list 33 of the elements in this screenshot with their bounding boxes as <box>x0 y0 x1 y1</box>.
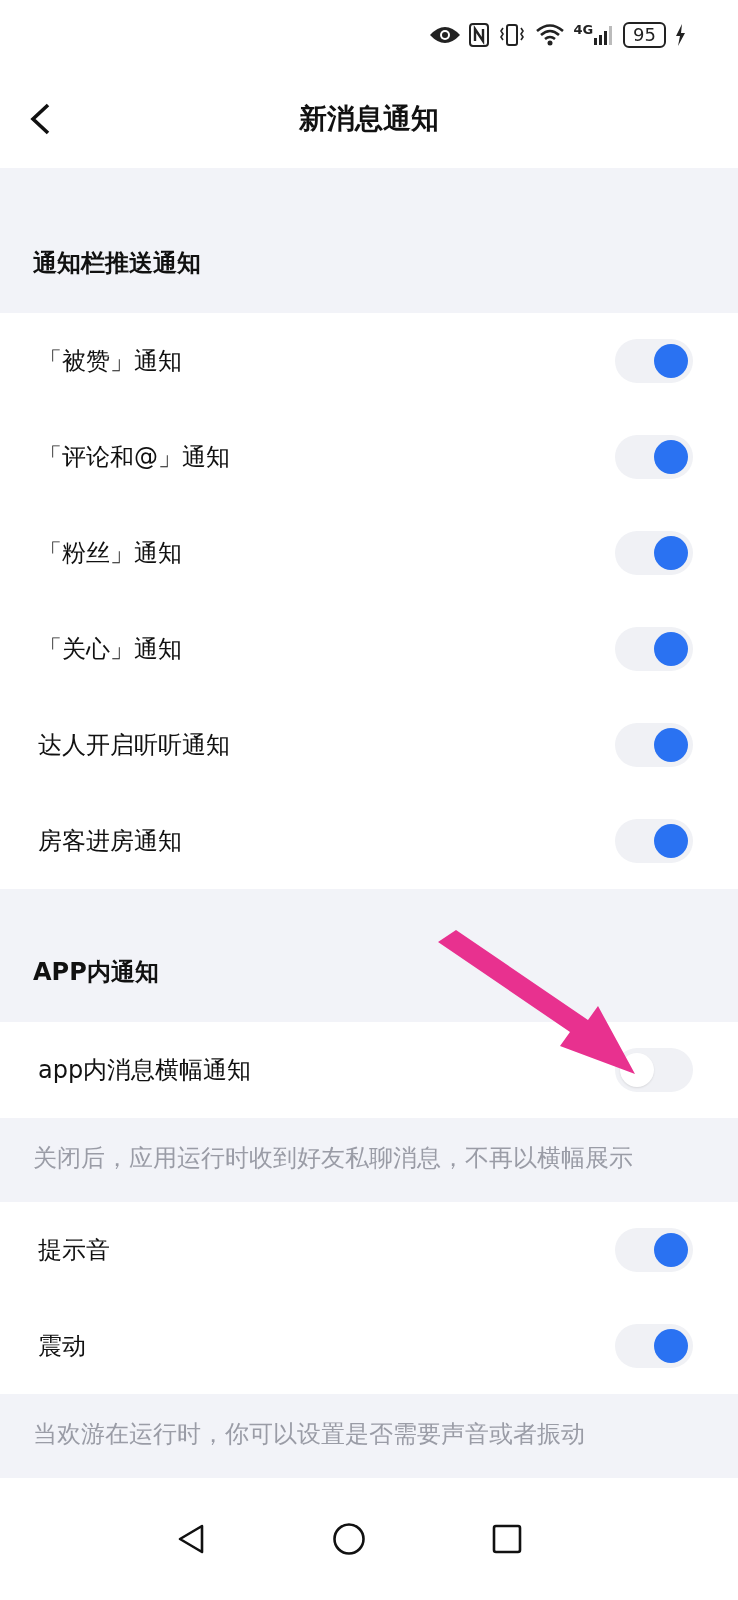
toggle-switch[interactable] <box>615 339 693 383</box>
section-title: APP内通知 <box>33 957 159 988</box>
toggle-switch[interactable] <box>615 531 693 575</box>
back-icon[interactable] <box>176 1523 206 1555</box>
setting-label: 震动 <box>38 1331 86 1362</box>
toggle-switch[interactable] <box>615 1228 693 1272</box>
toggle-switch[interactable] <box>615 627 693 671</box>
recents-icon[interactable] <box>492 1524 522 1554</box>
nfc-icon <box>469 23 490 47</box>
charging-icon <box>674 23 686 47</box>
setting-label: 「粉丝」通知 <box>38 538 182 569</box>
toggle-switch[interactable] <box>615 1324 693 1368</box>
network-label: 4G <box>573 22 594 37</box>
setting-label: 达人开启听听通知 <box>38 730 230 761</box>
toggle-switch[interactable] <box>615 819 693 863</box>
battery-level: 95 <box>623 22 666 48</box>
note-text: 关闭后，应用运行时收到好友私聊消息，不再以横幅展示 <box>33 1144 633 1172</box>
setting-label: 房客进房通知 <box>38 826 182 857</box>
wifi-icon <box>535 23 566 47</box>
toggle-switch[interactable] <box>615 1048 693 1092</box>
home-icon[interactable] <box>332 1522 366 1556</box>
toggle-switch[interactable] <box>615 435 693 479</box>
setting-label: 「关心」通知 <box>38 634 182 665</box>
setting-label: 「评论和@」通知 <box>38 442 230 473</box>
setting-label: 「被赞」通知 <box>38 346 182 377</box>
page-title: 新消息通知 <box>299 101 439 137</box>
note-text: 当欢游在运行时，你可以设置是否需要声音或者振动 <box>33 1420 585 1448</box>
back-icon[interactable] <box>28 102 52 136</box>
setting-label: 提示音 <box>38 1235 110 1266</box>
toggle-switch[interactable] <box>615 723 693 767</box>
setting-label: app内消息横幅通知 <box>38 1055 252 1086</box>
section-title: 通知栏推送通知 <box>33 248 201 279</box>
eye-icon <box>429 25 462 45</box>
